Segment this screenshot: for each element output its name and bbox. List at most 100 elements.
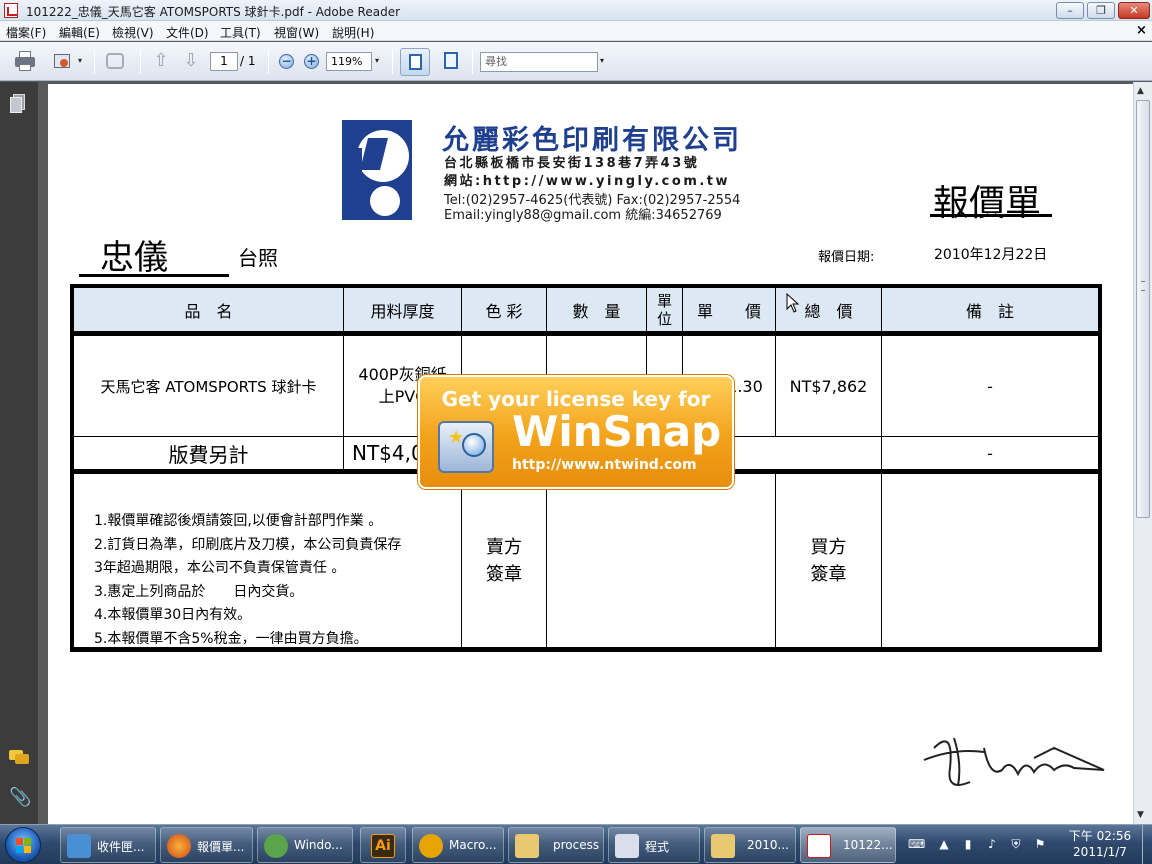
watermark-product: WinSnap (512, 407, 722, 456)
taskbar-item-2010-folder[interactable]: 2010... (704, 827, 796, 863)
print-icon[interactable] (14, 50, 36, 72)
restore-icon: ❐ (1096, 4, 1106, 17)
page-number-input[interactable]: 1 (210, 52, 238, 71)
zoom-out-icon[interactable]: − (279, 54, 294, 69)
folder-icon (515, 834, 539, 858)
zoom-select[interactable]: 119% (326, 52, 372, 71)
scroll-down-icon[interactable]: ▼ (1137, 810, 1144, 820)
pdf-icon (807, 834, 831, 858)
terms-list: 1.報價單確認後煩請簽回,以便會計部門作業 。 2.訂貨日為準，印刷底片及刀模，… (94, 510, 401, 651)
previous-page-icon[interactable]: ⇧ (152, 52, 170, 70)
next-page-icon[interactable]: ⇩ (182, 52, 200, 70)
security-icon[interactable]: ⛨ (1008, 837, 1024, 853)
taskbar-item-firefox[interactable]: 報價單... (160, 827, 253, 863)
minimize-icon: – (1067, 4, 1073, 17)
customer-salutation: 台照 (238, 246, 278, 270)
fit-width-icon (409, 54, 422, 70)
show-hidden-icons[interactable]: ▲ (936, 837, 952, 853)
maximize-button[interactable]: ❐ (1087, 2, 1115, 19)
customer-name: 忠儀 (100, 238, 168, 278)
mail-icon (67, 834, 91, 858)
term-line: 3年超過期限，本公司不負責保管責任 。 (94, 560, 346, 576)
menu-tools[interactable]: 工具(T) (220, 24, 261, 41)
buyer-signature-box (882, 474, 1098, 648)
toolbar-separator (268, 50, 269, 74)
menu-bar: 檔案(F) 編輯(E) 檢視(V) 文件(D) 工具(T) 視窗(W) 說明(H… (0, 21, 1152, 41)
menu-document[interactable]: 文件(D) (166, 24, 209, 41)
menu-window[interactable]: 視窗(W) (274, 24, 319, 41)
taskbar-item-adobe-reader[interactable]: 10122... (800, 827, 896, 863)
seller-signature-box (547, 474, 776, 648)
clock-date: 2011/1/7 (1073, 845, 1127, 859)
show-desktop-button[interactable] (1142, 825, 1152, 864)
menu-edit[interactable]: 編輯(E) (59, 24, 100, 41)
taskbar-item-mail[interactable]: 收件匣... (60, 827, 156, 863)
fit-width-button[interactable] (400, 48, 430, 76)
flash-icon (419, 834, 443, 858)
mouse-cursor-icon (786, 293, 800, 313)
close-button[interactable]: ✕ (1118, 2, 1150, 19)
zoom-dropdown-icon[interactable]: ▾ (375, 56, 379, 65)
quote-date-value: 2010年12月22日 (934, 247, 1048, 263)
toolbar-separator (472, 50, 473, 74)
quote-date-label: 報價日期: (818, 250, 875, 265)
window-title: 101222_忠儀_天馬它客 ATOMSPORTS 球針卡.pdf - Adob… (26, 5, 401, 19)
header-item-name: 品 名 (74, 288, 344, 332)
customer-underline (79, 274, 229, 277)
header-material: 用料厚度 (344, 288, 462, 332)
firefox-icon (167, 834, 191, 858)
page-total: / 1 (240, 54, 256, 68)
messenger-icon (264, 834, 288, 858)
volume-icon[interactable]: ♪ (984, 837, 1000, 853)
title-bar: 101222_忠儀_天馬它客 ATOMSPORTS 球針卡.pdf - Adob… (0, 0, 1152, 21)
taskbar-clock[interactable]: 下午 02:56 2011/1/7 (1058, 828, 1142, 860)
navigation-pane: 📎 (0, 82, 38, 824)
fit-page-icon (444, 52, 458, 69)
header-color: 色 彩 (462, 288, 547, 332)
comments-icon[interactable] (9, 748, 29, 768)
taskbar-item-process-folder[interactable]: process (508, 827, 604, 863)
handwritten-signature (923, 737, 1105, 787)
toolbar: ▾ ⇧ ⇩ 1 / 1 − + 119% ▾ 尋找 ▾ (0, 42, 1152, 81)
share-icon[interactable] (52, 50, 74, 72)
company-address: 台北縣板橋市長安街138巷7弄43號 (444, 156, 700, 171)
winsnap-watermark: Get your license key for ★ WinSnap http:… (418, 375, 734, 489)
toolbar-separator (94, 50, 95, 74)
keyboard-icon[interactable]: ⌨ (908, 837, 925, 853)
start-button[interactable] (5, 827, 41, 863)
action-center-icon[interactable]: ⚑ (1032, 837, 1048, 853)
close-document-button[interactable]: × (1136, 23, 1147, 38)
taskbar-item-programs[interactable]: 程式 (608, 827, 700, 863)
term-line: 2.訂貨日為準，印刷底片及刀模，本公司負責保存 (94, 536, 402, 553)
taskbar-item-windows-live[interactable]: Windo... (257, 827, 353, 863)
scrollbar-thumb[interactable] (1136, 100, 1150, 518)
company-email: Email:yingly88@gmail.com 統編:34652769 (444, 208, 722, 223)
scroll-up-icon[interactable]: ▲ (1137, 86, 1144, 96)
term-line: 3.惠定上列商品於 日內交貨。 (94, 583, 304, 600)
menu-view[interactable]: 檢視(V) (112, 24, 154, 41)
watermark-url: http://www.ntwind.com (512, 457, 697, 473)
collaborate-icon[interactable] (104, 50, 126, 72)
buyer-signature-label: 買方 簽章 (776, 474, 882, 648)
folder-icon (711, 834, 735, 858)
term-line: 1.報價單確認後煩請簽回,以便會計部門作業 。 (94, 513, 383, 529)
attachments-icon[interactable]: 📎 (9, 788, 31, 808)
company-logo (342, 120, 412, 220)
pages-icon[interactable] (9, 94, 29, 114)
minimize-button[interactable]: – (1056, 2, 1084, 19)
toolbar-separator (140, 50, 141, 74)
taskbar-item-macromedia[interactable]: Macro... (412, 827, 504, 863)
taskbar-item-illustrator[interactable]: Ai (360, 827, 406, 863)
fit-page-button[interactable] (440, 50, 462, 72)
row2-remarks: - (882, 437, 1098, 470)
row1-remarks: - (882, 336, 1098, 437)
menu-help[interactable]: 說明(H) (332, 24, 374, 41)
toolbar-separator (392, 50, 393, 74)
zoom-in-icon[interactable]: + (304, 54, 319, 69)
search-input[interactable]: 尋找 (480, 52, 598, 72)
share-dropdown-icon[interactable]: ▾ (78, 56, 82, 65)
menu-file[interactable]: 檔案(F) (6, 24, 46, 41)
search-dropdown-icon[interactable]: ▾ (600, 56, 604, 65)
vertical-scrollbar[interactable]: ▲ ▼ (1133, 82, 1152, 824)
network-icon[interactable]: ▮ (960, 837, 976, 853)
